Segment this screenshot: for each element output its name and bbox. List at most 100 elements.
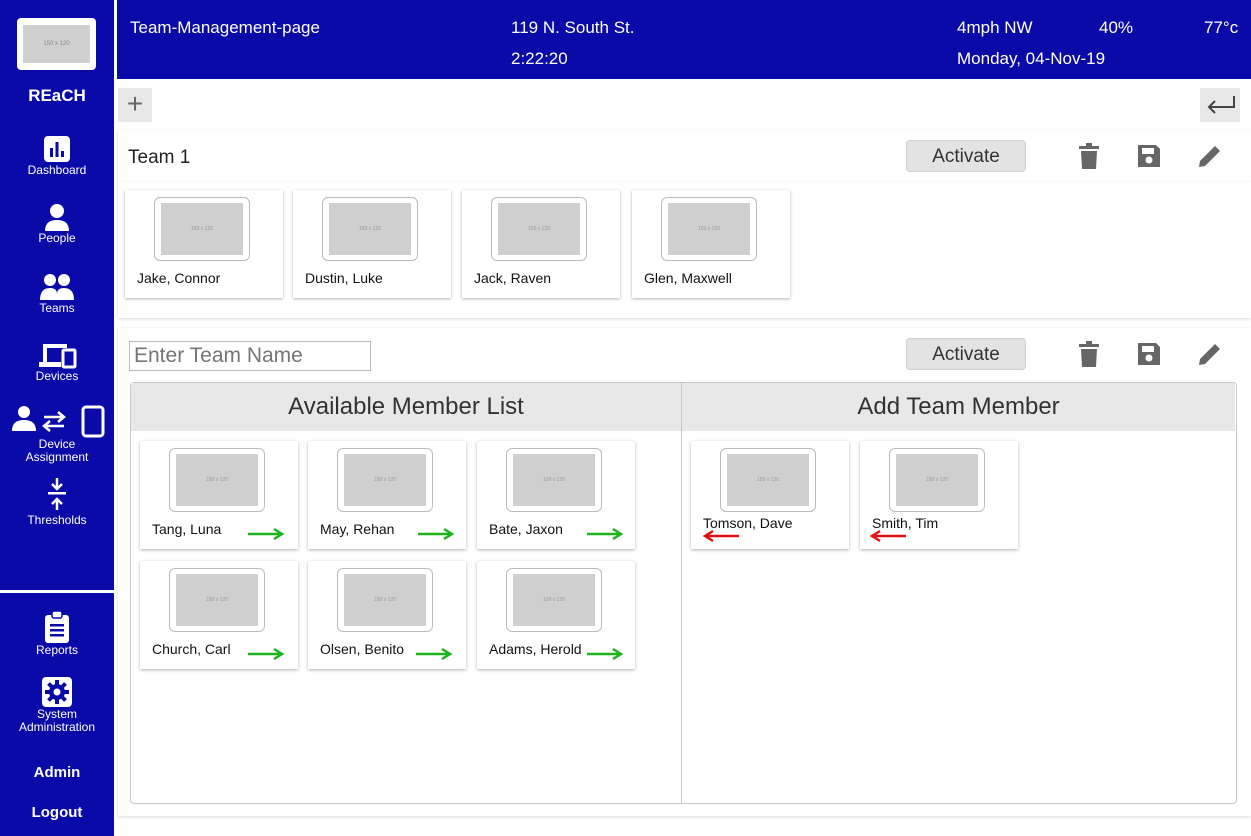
- team-name-input[interactable]: [129, 341, 371, 371]
- nav-devices[interactable]: Devices: [0, 340, 114, 383]
- member-name: Adams, Herold: [489, 641, 582, 657]
- member-name: Jack, Raven: [474, 270, 552, 286]
- gear-icon: [42, 677, 72, 707]
- remove-arrow-icon[interactable]: [701, 529, 741, 543]
- nav-system-admin[interactable]: System Administration: [0, 676, 114, 734]
- nav-thresholds-label: Thresholds: [27, 513, 87, 527]
- member-photo: 150 x 120: [889, 448, 985, 512]
- page-title: Team-Management-page: [130, 18, 320, 37]
- member-name: Glen, Maxwell: [644, 270, 732, 286]
- member-photo: 150 x 120: [169, 448, 265, 512]
- clipboard-icon: [45, 610, 69, 643]
- available-member-card[interactable]: 150 x 120 Adams, Herold: [477, 561, 635, 669]
- member-name: Church, Carl: [152, 641, 231, 657]
- available-list-header: Available Member List: [131, 383, 681, 431]
- new-team-delete-icon[interactable]: [1075, 340, 1103, 368]
- member-photo: 150 x 120: [337, 448, 433, 512]
- toolbar: +: [114, 84, 1251, 124]
- add-arrow-icon[interactable]: [246, 647, 286, 661]
- available-member-card[interactable]: 150 x 120 May, Rehan: [308, 441, 466, 549]
- person-icon: [45, 204, 69, 231]
- photo-placeholder: 150 x 120: [344, 574, 426, 626]
- nav-devices-label: Devices: [35, 369, 79, 383]
- logout-link[interactable]: Logout: [0, 804, 114, 821]
- remove-arrow-icon[interactable]: [868, 529, 908, 543]
- date: Monday, 04-Nov-19: [957, 49, 1106, 68]
- back-button[interactable]: [1200, 88, 1240, 122]
- team1-activate-button[interactable]: Activate: [906, 140, 1026, 172]
- add-arrow-icon[interactable]: [585, 647, 625, 661]
- nav-people[interactable]: People: [0, 202, 114, 245]
- brand-name: REaCH: [28, 86, 86, 105]
- add-team-button[interactable]: +: [118, 88, 152, 122]
- added-member-card[interactable]: 150 x 120 Tomson, Dave: [691, 441, 849, 549]
- member-name: Bate, Jaxon: [489, 521, 563, 537]
- member-card[interactable]: 150 x 120 Jake, Connor: [125, 190, 283, 298]
- sidebar-divider: [0, 590, 114, 593]
- nav-teams-label: Teams: [39, 301, 75, 315]
- member-card[interactable]: 150 x 120 Dustin, Luke: [293, 190, 451, 298]
- member-photo: 150 x 120: [506, 448, 602, 512]
- photo-placeholder: 150 x 120: [668, 203, 750, 255]
- add-member-header: Add Team Member: [682, 383, 1235, 431]
- photo-placeholder: 150 x 120: [161, 203, 243, 255]
- member-photo: 150 x 120: [337, 568, 433, 632]
- photo-placeholder: 150 x 120: [176, 454, 258, 506]
- photo-placeholder: 150 x 120: [513, 574, 595, 626]
- add-arrow-icon[interactable]: [416, 527, 456, 541]
- team1-name: Team 1: [128, 147, 191, 168]
- new-team-save-icon[interactable]: [1135, 340, 1163, 368]
- add-arrow-icon[interactable]: [414, 647, 454, 661]
- nav-teams[interactable]: Teams: [0, 272, 114, 315]
- member-name: Olsen, Benito: [320, 641, 405, 657]
- member-photo: 150 x 120: [169, 568, 265, 632]
- clock: 2:22:20: [511, 49, 568, 68]
- humidity: 40%: [1099, 18, 1134, 37]
- bar-chart-icon: [44, 136, 70, 162]
- add-arrow-icon[interactable]: [585, 527, 625, 541]
- add-arrow-icon[interactable]: [246, 527, 286, 541]
- new-team-edit-icon[interactable]: [1196, 340, 1224, 368]
- nav-dashboard[interactable]: Dashboard: [0, 134, 114, 177]
- team1-edit-icon[interactable]: [1196, 142, 1224, 170]
- member-assignment-area: Available Member List Add Team Member 15…: [130, 382, 1237, 804]
- member-card[interactable]: 150 x 120 Jack, Raven: [462, 190, 620, 298]
- team1-delete-icon[interactable]: [1075, 142, 1103, 170]
- available-member-card[interactable]: 150 x 120 Church, Carl: [140, 561, 298, 669]
- available-member-card[interactable]: 150 x 120 Tang, Luna: [140, 441, 298, 549]
- logo-placeholder: 150 x 120: [23, 25, 90, 63]
- temperature: 77°c: [1204, 18, 1239, 37]
- nav-device-assignment-label2: Assignment: [25, 450, 89, 464]
- available-member-card[interactable]: 150 x 120 Olsen, Benito: [308, 561, 466, 669]
- new-team-activate-button[interactable]: Activate: [906, 338, 1026, 370]
- sidebar: 150 x 120 REaCH Dashboard People Teams D…: [0, 0, 114, 836]
- member-photo: 150 x 120: [720, 448, 816, 512]
- group-icon: [40, 274, 74, 300]
- nav-system-admin-label2: Administration: [18, 720, 96, 734]
- photo-placeholder: 150 x 120: [513, 454, 595, 506]
- available-member-card[interactable]: 150 x 120 Bate, Jaxon: [477, 441, 635, 549]
- thresholds-icon: [48, 478, 66, 510]
- nav-thresholds[interactable]: Thresholds: [0, 476, 114, 527]
- top-header: Team-Management-page 119 N. South St. 2:…: [117, 0, 1251, 79]
- column-divider: [681, 383, 682, 803]
- wind: 4mph NW: [957, 18, 1033, 37]
- nav-reports[interactable]: Reports: [0, 610, 114, 657]
- member-photo: 150 x 120: [154, 197, 250, 261]
- photo-placeholder: 150 x 120: [498, 203, 580, 255]
- photo-placeholder: 150 x 120: [176, 574, 258, 626]
- member-photo: 150 x 120: [322, 197, 418, 261]
- member-card[interactable]: 150 x 120 Glen, Maxwell: [632, 190, 790, 298]
- photo-placeholder: 150 x 120: [727, 454, 809, 506]
- photo-placeholder: 150 x 120: [896, 454, 978, 506]
- member-name: Tang, Luna: [152, 521, 222, 537]
- photo-placeholder: 150 x 120: [329, 203, 411, 255]
- nav-dashboard-label: Dashboard: [27, 163, 87, 177]
- devices-icon: [39, 344, 77, 369]
- photo-placeholder: 150 x 120: [344, 454, 426, 506]
- address: 119 N. South St.: [511, 18, 635, 37]
- admin-link[interactable]: Admin: [0, 764, 114, 781]
- nav-device-assignment[interactable]: Device Assignment: [0, 404, 114, 464]
- team1-save-icon[interactable]: [1135, 142, 1163, 170]
- added-member-card[interactable]: 150 x 120 Smith, Tim: [860, 441, 1018, 549]
